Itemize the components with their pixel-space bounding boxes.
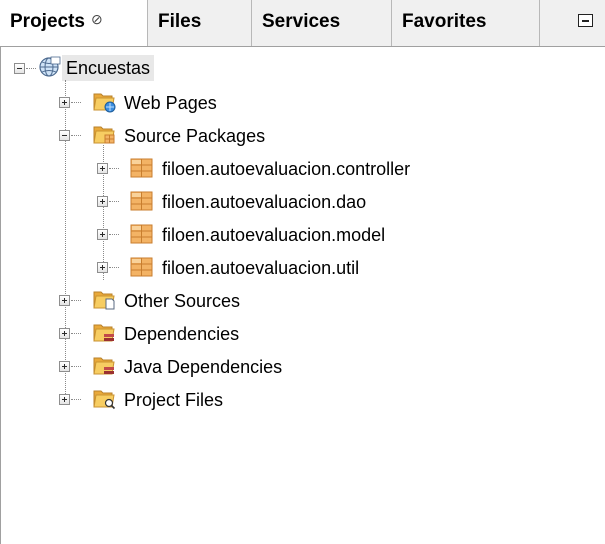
tab-projects-label: Projects bbox=[10, 11, 85, 32]
tree-item-java-dependencies[interactable]: Java Dependencies bbox=[0, 352, 605, 382]
tree-connector bbox=[71, 102, 81, 103]
tree-item-label: filoen.autoevaluacion.dao bbox=[162, 192, 367, 212]
expand-icon[interactable] bbox=[97, 163, 108, 174]
tree-connector bbox=[71, 366, 81, 367]
tree-item-label: Project Files bbox=[124, 390, 224, 410]
expand-icon[interactable] bbox=[59, 97, 70, 108]
tree-connector bbox=[71, 300, 81, 301]
tab-services-label: Services bbox=[262, 11, 341, 32]
project-files-folder-icon bbox=[92, 388, 116, 410]
tree-item-label: filoen.autoevaluacion.model bbox=[162, 225, 386, 245]
tab-files[interactable]: Files bbox=[148, 0, 252, 46]
tree-connector bbox=[109, 234, 119, 235]
tree-connector bbox=[109, 168, 119, 169]
source-packages-folder-icon bbox=[92, 124, 115, 144]
dependencies-folder-icon bbox=[92, 322, 116, 344]
tree-connector bbox=[71, 135, 81, 136]
tab-bar: Projects ⊘ Files Services Favorites bbox=[0, 0, 605, 47]
tab-favorites-label: Favorites bbox=[402, 11, 487, 32]
expand-icon[interactable] bbox=[97, 229, 108, 240]
tree-item-project-files[interactable]: Project Files bbox=[0, 385, 605, 415]
expand-icon[interactable] bbox=[97, 196, 108, 207]
minimize-icon[interactable] bbox=[578, 14, 593, 27]
tree-connector bbox=[26, 68, 36, 69]
tree-item-label: filoen.autoevaluacion.controller bbox=[162, 159, 411, 179]
tree-item-package[interactable]: filoen.autoevaluacion.util bbox=[0, 253, 605, 283]
expand-icon[interactable] bbox=[59, 394, 70, 405]
tree-root-label: Encuestas bbox=[62, 55, 155, 81]
tree-connector bbox=[109, 267, 119, 268]
tree-item-source-packages[interactable]: Source Packages bbox=[0, 121, 605, 151]
globe-icon bbox=[39, 56, 61, 77]
tree-item-package[interactable]: filoen.autoevaluacion.dao bbox=[0, 187, 605, 217]
tree-connector bbox=[71, 333, 81, 334]
tree-root-node[interactable]: Encuestas bbox=[0, 54, 605, 84]
tree-item-label: Web Pages bbox=[124, 93, 217, 113]
tree-item-label: Other Sources bbox=[124, 291, 241, 311]
tab-projects[interactable]: Projects ⊘ bbox=[0, 0, 148, 46]
tree-item-package[interactable]: filoen.autoevaluacion.model bbox=[0, 220, 605, 250]
tab-services[interactable]: Services bbox=[252, 0, 392, 46]
web-pages-folder-icon bbox=[92, 91, 116, 113]
tree-item-label: Dependencies bbox=[124, 324, 240, 344]
java-dependencies-folder-icon bbox=[92, 355, 116, 377]
tree-connector bbox=[71, 399, 81, 400]
collapse-icon[interactable] bbox=[59, 130, 70, 141]
expand-icon[interactable] bbox=[59, 361, 70, 372]
tree-item-package[interactable]: filoen.autoevaluacion.controller bbox=[0, 154, 605, 184]
tree-item-label: Java Dependencies bbox=[124, 357, 283, 377]
tree-item-label: filoen.autoevaluacion.util bbox=[162, 258, 360, 278]
tree-item-other-sources[interactable]: Other Sources bbox=[0, 286, 605, 316]
collapse-icon[interactable] bbox=[14, 63, 25, 74]
expand-icon[interactable] bbox=[59, 328, 70, 339]
expand-icon[interactable] bbox=[59, 295, 70, 306]
package-icon bbox=[130, 157, 154, 179]
tab-close-icon[interactable]: ⊘ bbox=[91, 11, 103, 27]
tab-favorites[interactable]: Favorites bbox=[392, 0, 540, 46]
package-icon bbox=[130, 223, 154, 245]
package-icon bbox=[130, 190, 154, 212]
tree-item-dependencies[interactable]: Dependencies bbox=[0, 319, 605, 349]
tree-connector bbox=[109, 201, 119, 202]
tree-item-label: Source Packages bbox=[124, 126, 266, 146]
expand-icon[interactable] bbox=[97, 262, 108, 273]
package-icon bbox=[130, 256, 154, 278]
other-sources-folder-icon bbox=[92, 289, 115, 310]
tree-item-web-pages[interactable]: Web Pages bbox=[0, 88, 605, 118]
tab-files-label: Files bbox=[158, 11, 202, 32]
